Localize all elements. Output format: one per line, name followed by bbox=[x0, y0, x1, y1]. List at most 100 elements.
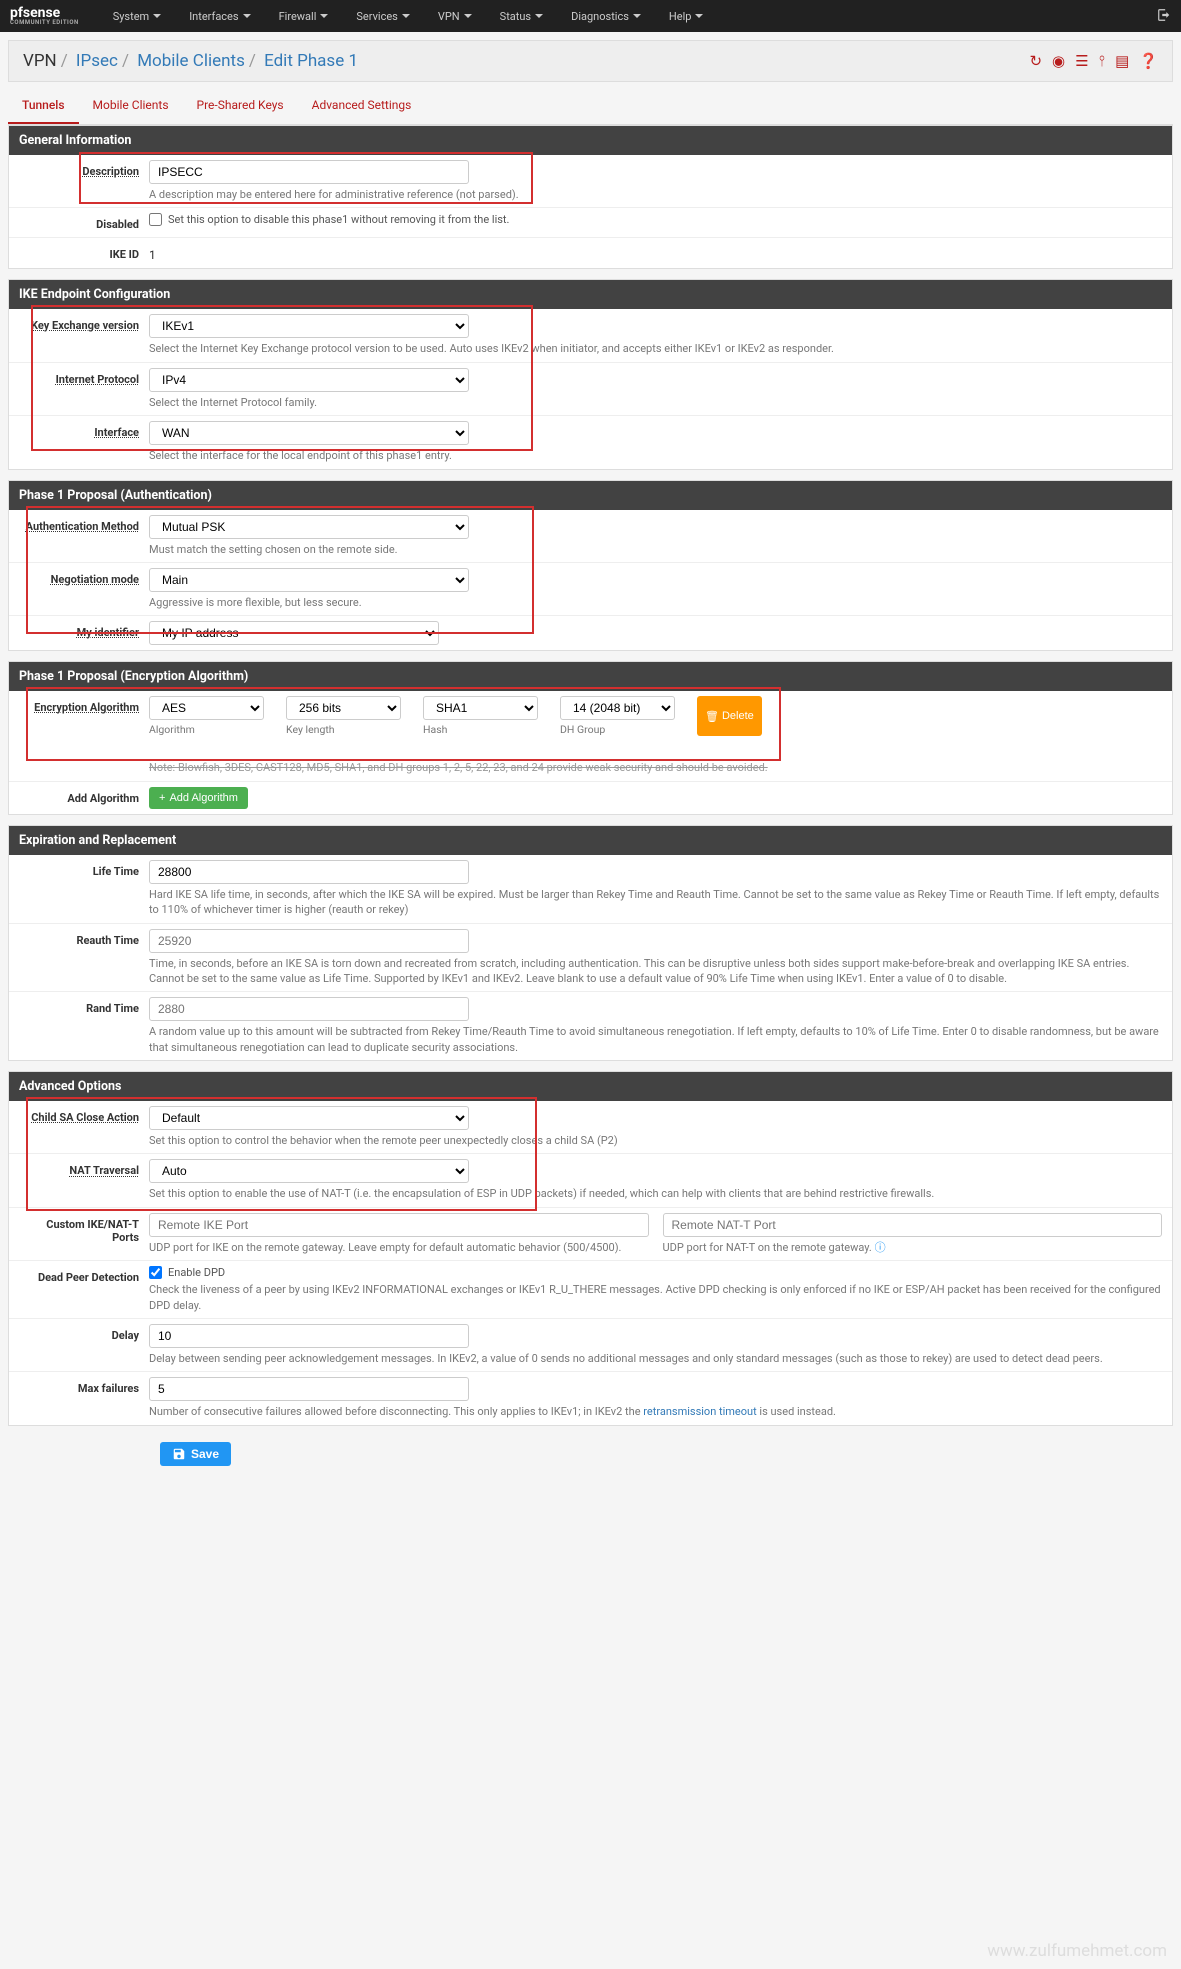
chevron-down-icon bbox=[402, 14, 410, 18]
enc-algo-select[interactable]: AES bbox=[149, 696, 264, 720]
panel-enc: Phase 1 Proposal (Encryption Algorithm) … bbox=[8, 661, 1173, 814]
natt-port-help: UDP port for NAT-T on the remote gateway… bbox=[663, 1240, 1163, 1255]
tab-mobile-clients[interactable]: Mobile Clients bbox=[79, 88, 183, 124]
breadcrumb-ipsec[interactable]: IPsec bbox=[76, 51, 118, 71]
refresh-icon[interactable]: ↻ bbox=[1029, 52, 1042, 70]
iface-help: Select the interface for the local endpo… bbox=[149, 448, 1162, 463]
sub-hash: Hash bbox=[423, 723, 538, 736]
kex-select[interactable]: IKEv1 bbox=[149, 314, 469, 338]
menu-help[interactable]: Help bbox=[655, 10, 718, 23]
ikeid-value: 1 bbox=[149, 243, 1162, 262]
tab-psk[interactable]: Pre-Shared Keys bbox=[183, 88, 298, 124]
panel-heading-auth: Phase 1 Proposal (Authentication) bbox=[9, 481, 1172, 510]
tab-tunnels[interactable]: Tunnels bbox=[8, 88, 79, 124]
label-ikeid: IKE ID bbox=[19, 243, 149, 261]
dpd-checkbox[interactable] bbox=[149, 1266, 162, 1279]
breadcrumb-mobile[interactable]: Mobile Clients bbox=[137, 51, 245, 71]
label-delay: Delay bbox=[19, 1324, 149, 1342]
chevron-down-icon bbox=[243, 14, 251, 18]
auth-method-help: Must match the setting chosen on the rem… bbox=[149, 542, 1162, 557]
top-navbar: pfsense COMMUNITY EDITION System Interfa… bbox=[0, 0, 1181, 32]
label-add-algo: Add Algorithm bbox=[19, 787, 149, 805]
menu-interfaces[interactable]: Interfaces bbox=[175, 10, 264, 23]
list-icon[interactable]: ▤ bbox=[1115, 52, 1129, 70]
tab-advanced[interactable]: Advanced Settings bbox=[298, 88, 426, 124]
delay-input[interactable] bbox=[149, 1324, 469, 1348]
label-maxfail: Max failures bbox=[19, 1377, 149, 1395]
panel-general: General Information Description A descri… bbox=[8, 125, 1173, 269]
chevron-down-icon bbox=[153, 14, 161, 18]
sub-dh: DH Group bbox=[560, 723, 675, 736]
description-help: A description may be entered here for ad… bbox=[149, 187, 1162, 202]
ip-help: Select the Internet Protocol family. bbox=[149, 395, 1162, 410]
menu-services[interactable]: Services bbox=[342, 10, 423, 23]
label-nat: NAT Traversal bbox=[19, 1159, 149, 1177]
logo: pfsense COMMUNITY EDITION bbox=[10, 6, 79, 26]
maxfail-input[interactable] bbox=[149, 1377, 469, 1401]
breadcrumb-edit[interactable]: Edit Phase 1 bbox=[264, 51, 358, 71]
label-description: Description bbox=[19, 160, 149, 178]
reauth-input[interactable] bbox=[149, 929, 469, 953]
randtime-input[interactable] bbox=[149, 997, 469, 1021]
dpd-cb-label: Enable DPD bbox=[168, 1266, 225, 1279]
nat-help: Set this option to enable the use of NAT… bbox=[149, 1186, 1162, 1201]
chart-icon[interactable]: ⫯ bbox=[1099, 52, 1106, 70]
sub-tabs: Tunnels Mobile Clients Pre-Shared Keys A… bbox=[8, 88, 1173, 125]
label-iface: Interface bbox=[19, 421, 149, 439]
panel-heading-enc: Phase 1 Proposal (Encryption Algorithm) bbox=[9, 662, 1172, 691]
sub-keylen: Key length bbox=[286, 723, 401, 736]
auth-method-select[interactable]: Mutual PSK bbox=[149, 515, 469, 539]
main-menu: System Interfaces Firewall Services VPN … bbox=[99, 10, 718, 23]
breadcrumb-vpn[interactable]: VPN bbox=[23, 51, 57, 71]
nat-select[interactable]: Auto bbox=[149, 1159, 469, 1183]
delete-enc-button[interactable]: 🗑Delete bbox=[697, 696, 762, 736]
label-enc: Encryption Algorithm bbox=[19, 696, 149, 714]
info-icon[interactable]: ⓘ bbox=[875, 1241, 886, 1254]
settings-icon[interactable]: ☰ bbox=[1075, 52, 1088, 70]
panel-heading-expiry: Expiration and Replacement bbox=[9, 826, 1172, 855]
childsa-select[interactable]: Default bbox=[149, 1106, 469, 1130]
natt-port-input[interactable] bbox=[663, 1213, 1163, 1237]
menu-vpn[interactable]: VPN bbox=[424, 10, 486, 23]
label-reauth: Reauth Time bbox=[19, 929, 149, 947]
menu-diagnostics[interactable]: Diagnostics bbox=[557, 10, 655, 23]
reauth-help: Time, in seconds, before an IKE SA is to… bbox=[149, 956, 1162, 987]
ip-select[interactable]: IPv4 bbox=[149, 368, 469, 392]
panel-auth: Phase 1 Proposal (Authentication) Authen… bbox=[8, 480, 1173, 652]
help-icon[interactable]: ❓ bbox=[1139, 52, 1158, 70]
save-icon bbox=[172, 1447, 186, 1461]
lifetime-input[interactable] bbox=[149, 860, 469, 884]
iface-select[interactable]: WAN bbox=[149, 421, 469, 445]
enc-note: Note: Blowfish, 3DES, CAST128, MD5, SHA1… bbox=[149, 760, 1162, 775]
panel-heading-endpoint: IKE Endpoint Configuration bbox=[9, 280, 1172, 309]
label-childsa: Child SA Close Action bbox=[19, 1106, 149, 1124]
save-button[interactable]: Save bbox=[160, 1442, 231, 1466]
label-lifetime: Life Time bbox=[19, 860, 149, 878]
menu-firewall[interactable]: Firewall bbox=[265, 10, 343, 23]
panel-expiry: Expiration and Replacement Life Time Har… bbox=[8, 825, 1173, 1061]
record-icon[interactable]: ◉ bbox=[1052, 52, 1065, 70]
neg-mode-select[interactable]: Main bbox=[149, 568, 469, 592]
label-randtime: Rand Time bbox=[19, 997, 149, 1015]
chevron-down-icon bbox=[633, 14, 641, 18]
neg-mode-help: Aggressive is more flexible, but less se… bbox=[149, 595, 1162, 610]
add-algorithm-button[interactable]: +Add Algorithm bbox=[149, 787, 248, 809]
disabled-checkbox[interactable] bbox=[149, 213, 162, 226]
enc-dh-select[interactable]: 14 (2048 bit) bbox=[560, 696, 675, 720]
description-input[interactable] bbox=[149, 160, 469, 184]
dpd-help: Check the liveness of a peer by using IK… bbox=[149, 1282, 1162, 1313]
menu-status[interactable]: Status bbox=[486, 10, 557, 23]
retransmission-link[interactable]: retransmission timeout bbox=[643, 1405, 756, 1418]
maxfail-help: Number of consecutive failures allowed b… bbox=[149, 1404, 1162, 1419]
chevron-down-icon bbox=[464, 14, 472, 18]
logout-icon[interactable] bbox=[1157, 8, 1171, 25]
enc-hash-select[interactable]: SHA1 bbox=[423, 696, 538, 720]
menu-system[interactable]: System bbox=[99, 10, 176, 23]
myid-select[interactable]: My IP address bbox=[149, 621, 439, 645]
kex-help: Select the Internet Key Exchange protoco… bbox=[149, 341, 1162, 356]
label-neg-mode: Negotiation mode bbox=[19, 568, 149, 586]
enc-keylen-select[interactable]: 256 bits bbox=[286, 696, 401, 720]
ike-port-input[interactable] bbox=[149, 1213, 649, 1237]
label-ports: Custom IKE/NAT-T Ports bbox=[19, 1213, 149, 1244]
watermark: www.zulfumehmet.com bbox=[987, 1941, 1167, 1961]
